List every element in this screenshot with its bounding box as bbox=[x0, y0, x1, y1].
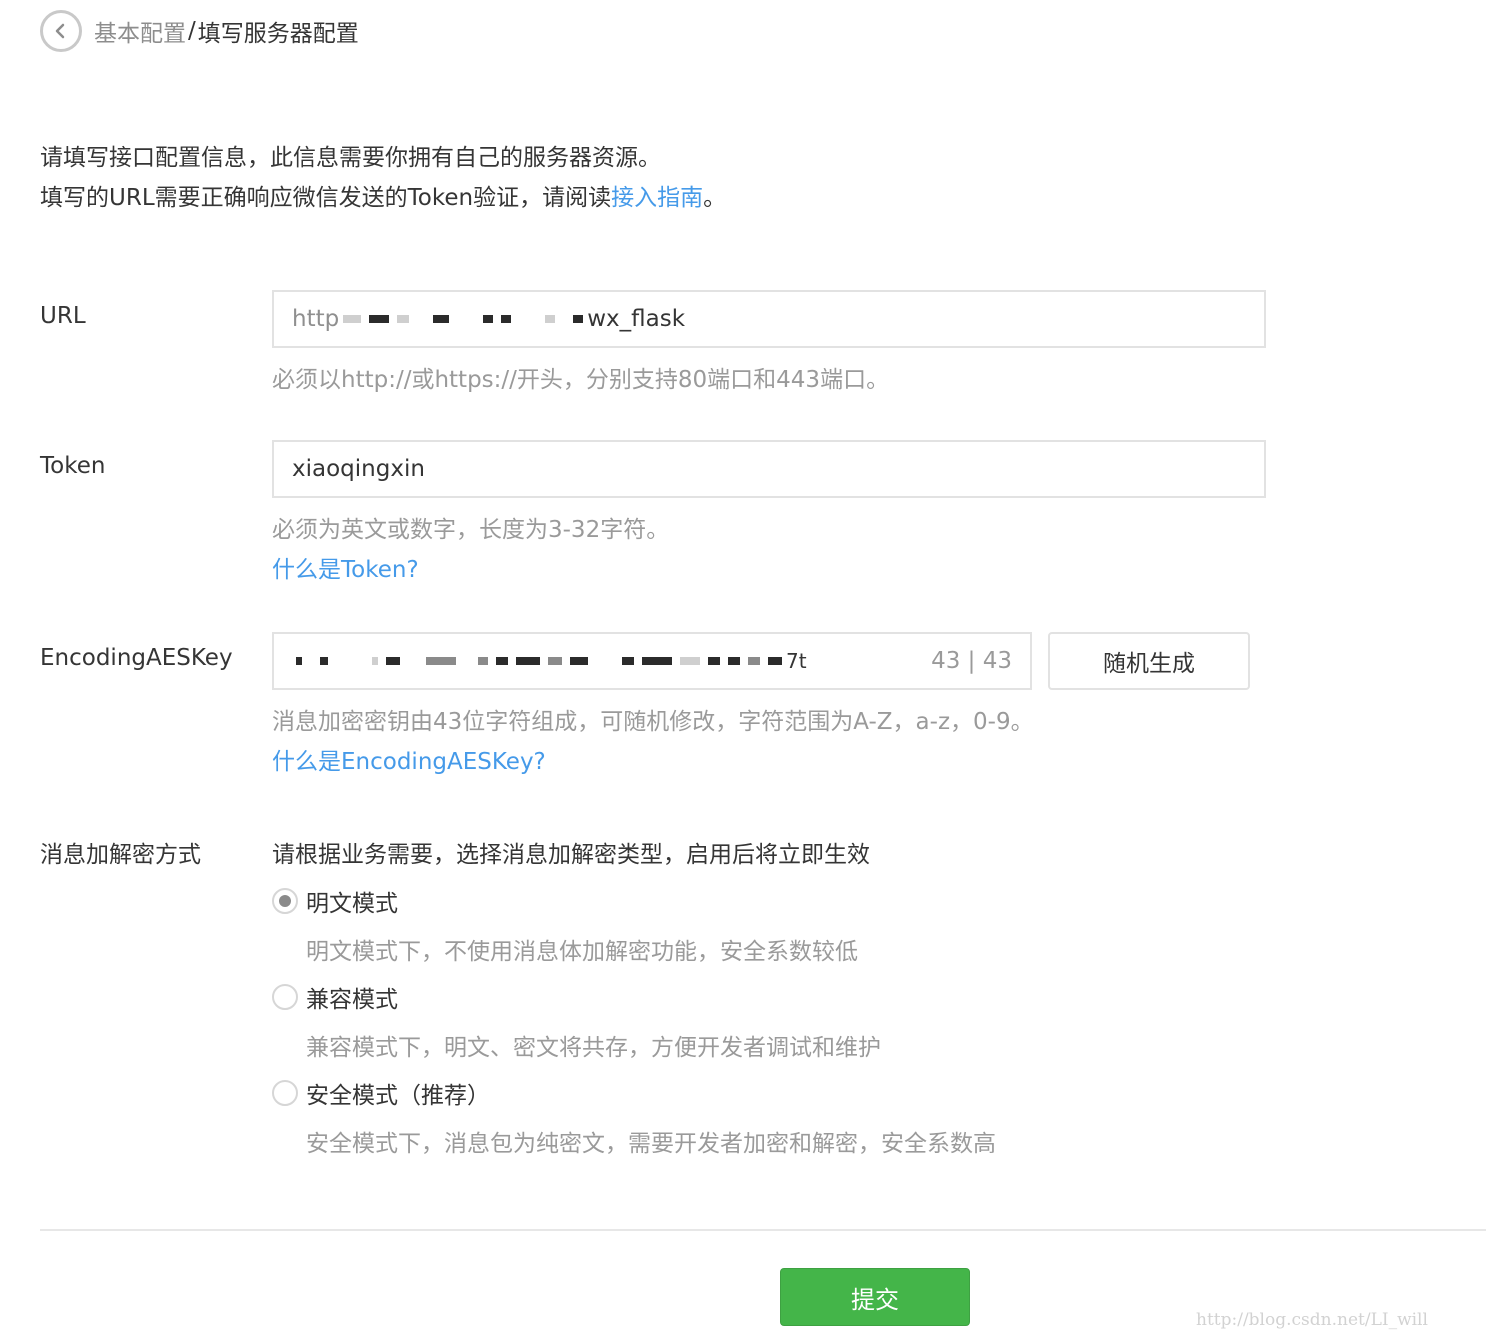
url-input[interactable]: http wx_flask bbox=[272, 290, 1266, 348]
radio-plaintext-label: 明文模式 bbox=[306, 891, 398, 917]
token-hint: 必须为英文或数字，长度为3-32字符。 bbox=[272, 517, 670, 543]
aeskey-hint: 消息加密密钥由43位字符组成，可随机修改，字符范围为A-Z，a-z，0-9。 bbox=[272, 709, 1034, 735]
radio-compatible-label: 兼容模式 bbox=[306, 987, 398, 1013]
chevron-left-icon bbox=[55, 23, 65, 39]
random-generate-button[interactable]: 随机生成 bbox=[1048, 632, 1250, 690]
redacted-mark bbox=[501, 315, 512, 323]
token-input[interactable]: xiaoqingxin bbox=[272, 440, 1266, 498]
intro-line-2-prefix: 填写的URL需要正确响应微信发送的Token验证，请阅读 bbox=[40, 185, 612, 211]
breadcrumb: 基本配置 / 填写服务器配置 bbox=[40, 8, 359, 54]
url-value-suffix: wx_flask bbox=[587, 306, 686, 332]
aeskey-char-counter: 43 | 43 bbox=[931, 648, 1012, 674]
redacted-mark bbox=[372, 657, 378, 665]
radio-button[interactable] bbox=[272, 1080, 298, 1106]
redacted-mark bbox=[545, 315, 556, 323]
redacted-mark bbox=[397, 315, 410, 323]
server-config-page: 基本配置 / 填写服务器配置 请填写接口配置信息，此信息需要你拥有自己的服务器资… bbox=[0, 0, 1486, 1342]
url-hint: 必须以http://或https://开头，分别支持80端口和443端口。 bbox=[272, 367, 890, 393]
radio-secure-mode[interactable]: 安全模式（推荐） bbox=[272, 1076, 490, 1110]
encryption-mode-description: 请根据业务需要，选择消息加解密类型，启用后将立即生效 bbox=[272, 842, 870, 868]
redacted-mark bbox=[320, 657, 328, 665]
redacted-mark bbox=[622, 657, 634, 665]
redacted-mark bbox=[296, 657, 302, 665]
access-guide-link[interactable]: 接入指南 bbox=[611, 185, 703, 211]
radio-secure-label: 安全模式（推荐） bbox=[306, 1083, 490, 1109]
redacted-mark bbox=[728, 657, 740, 665]
redacted-mark bbox=[570, 657, 588, 665]
intro-line-1: 请填写接口配置信息，此信息需要你拥有自己的服务器资源。 bbox=[40, 145, 661, 171]
what-is-token-link[interactable]: 什么是Token? bbox=[272, 550, 419, 584]
redacted-mark bbox=[343, 315, 362, 323]
intro-text: 请填写接口配置信息，此信息需要你拥有自己的服务器资源。 填写的URL需要正确响应… bbox=[40, 138, 726, 218]
redacted-mark bbox=[426, 657, 456, 665]
redacted-mark bbox=[516, 657, 540, 665]
url-label: URL bbox=[40, 303, 86, 329]
redacted-mark bbox=[483, 315, 494, 323]
radio-plaintext-mode[interactable]: 明文模式 bbox=[272, 884, 398, 918]
redacted-mark bbox=[768, 657, 782, 665]
redacted-mark bbox=[708, 657, 720, 665]
redacted-mark bbox=[573, 315, 584, 323]
aeskey-value-suffix: 7t bbox=[786, 649, 807, 673]
breadcrumb-current: 填写服务器配置 bbox=[197, 21, 359, 47]
breadcrumb-separator: / bbox=[188, 18, 196, 44]
intro-line-2: 填写的URL需要正确响应微信发送的Token验证，请阅读接入指南。 bbox=[40, 178, 726, 218]
radio-compatible-mode[interactable]: 兼容模式 bbox=[272, 980, 398, 1014]
redacted-mark bbox=[642, 657, 672, 665]
redacted-mark bbox=[433, 315, 450, 323]
token-label: Token bbox=[40, 453, 106, 479]
what-is-aeskey-link[interactable]: 什么是EncodingAESKey? bbox=[272, 742, 546, 776]
submit-button[interactable]: 提交 bbox=[780, 1268, 970, 1326]
watermark: http://blog.csdn.net/LI_will bbox=[1196, 1310, 1428, 1330]
encryption-mode-label: 消息加解密方式 bbox=[40, 842, 201, 868]
radio-plaintext-desc: 明文模式下，不使用消息体加解密功能，安全系数较低 bbox=[306, 939, 858, 965]
redacted-mark bbox=[548, 657, 562, 665]
redacted-mark bbox=[386, 657, 400, 665]
redacted-mark bbox=[680, 657, 700, 665]
redacted-mark bbox=[369, 315, 390, 323]
radio-secure-desc: 安全模式下，消息包为纯密文，需要开发者加密和解密，安全系数高 bbox=[306, 1131, 996, 1157]
back-button[interactable] bbox=[40, 10, 82, 52]
intro-line-2-suffix: 。 bbox=[703, 185, 727, 211]
aeskey-input[interactable]: 7t 43 | 43 bbox=[272, 632, 1032, 690]
divider bbox=[40, 1229, 1486, 1231]
radio-button[interactable] bbox=[272, 984, 298, 1010]
redacted-mark bbox=[748, 657, 760, 665]
radio-button-checked[interactable] bbox=[272, 888, 298, 914]
aeskey-label: EncodingAESKey bbox=[40, 645, 233, 671]
redacted-mark bbox=[478, 657, 488, 665]
url-value-prefix: http bbox=[292, 306, 340, 332]
breadcrumb-parent-link[interactable]: 基本配置 bbox=[94, 14, 186, 48]
radio-compatible-desc: 兼容模式下，明文、密文将共存，方便开发者调试和维护 bbox=[306, 1035, 881, 1061]
token-value: xiaoqingxin bbox=[292, 456, 425, 482]
redacted-mark bbox=[496, 657, 508, 665]
